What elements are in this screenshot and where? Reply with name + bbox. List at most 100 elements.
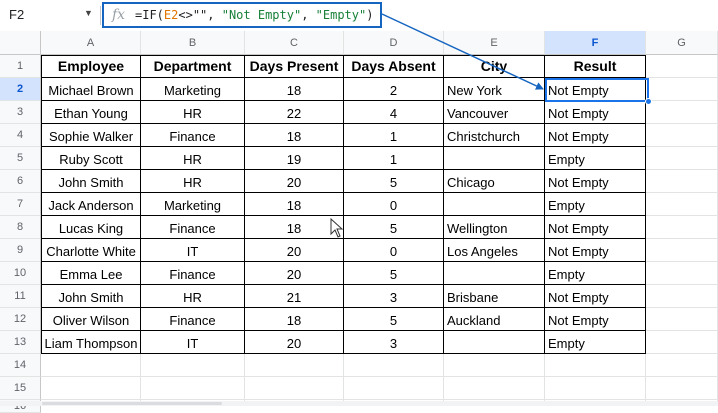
name-box[interactable]: F2 ▼ [0, 0, 100, 31]
table-cell[interactable]: Finance [141, 216, 245, 239]
cell[interactable] [646, 262, 718, 285]
row-header[interactable]: 7 [0, 193, 41, 216]
scrollbar-thumb[interactable] [42, 402, 222, 405]
table-header-cell[interactable]: Days Present [245, 55, 344, 78]
row-header[interactable]: 5 [0, 147, 41, 170]
fill-handle[interactable] [645, 98, 652, 105]
row-header[interactable]: 6 [0, 170, 41, 193]
table-cell[interactable]: HR [141, 170, 245, 193]
cell[interactable] [646, 147, 718, 170]
select-all-corner[interactable] [0, 31, 41, 55]
table-cell[interactable]: 3 [344, 285, 444, 308]
result-cell[interactable]: Empty [545, 193, 646, 216]
table-cell[interactable]: 20 [245, 262, 344, 285]
table-cell[interactable]: HR [141, 147, 245, 170]
table-cell[interactable]: Chicago [444, 170, 545, 193]
table-cell[interactable]: Ethan Young [41, 101, 141, 124]
table-cell[interactable]: Jack Anderson [41, 193, 141, 216]
table-cell[interactable]: Ruby Scott [41, 147, 141, 170]
result-cell[interactable]: Not Empty [545, 78, 646, 101]
table-cell[interactable]: HR [141, 285, 245, 308]
table-cell[interactable]: Los Angeles [444, 239, 545, 262]
table-header-cell[interactable]: Department [141, 55, 245, 78]
table-cell[interactable]: 20 [245, 170, 344, 193]
column-header-g[interactable]: G [646, 31, 718, 55]
table-cell[interactable]: 3 [344, 331, 444, 354]
cell[interactable] [646, 78, 718, 101]
table-header-cell[interactable]: City [444, 55, 545, 78]
result-cell[interactable]: Not Empty [545, 101, 646, 124]
row-header[interactable]: 1 [0, 55, 41, 78]
table-cell[interactable]: 21 [245, 285, 344, 308]
table-cell[interactable]: 0 [344, 193, 444, 216]
row-header[interactable]: 9 [0, 239, 41, 262]
table-cell[interactable]: Brisbane [444, 285, 545, 308]
row-header[interactable]: 12 [0, 308, 41, 331]
table-cell[interactable]: Liam Thompson [41, 331, 141, 354]
cell[interactable] [646, 239, 718, 262]
cell[interactable] [141, 354, 245, 377]
cell[interactable] [646, 216, 718, 239]
table-cell[interactable]: Wellington [444, 216, 545, 239]
table-cell[interactable]: 18 [245, 193, 344, 216]
table-cell[interactable] [444, 331, 545, 354]
table-cell[interactable]: Vancouver [444, 101, 545, 124]
table-cell[interactable]: 18 [245, 216, 344, 239]
table-cell[interactable]: Charlotte White [41, 239, 141, 262]
cell[interactable] [41, 354, 141, 377]
table-cell[interactable]: 5 [344, 308, 444, 331]
formula-input[interactable]: fx =IF(E2<>"", "Not Empty", "Empty") [102, 2, 382, 28]
row-header[interactable]: 3 [0, 101, 41, 124]
table-cell[interactable]: 5 [344, 170, 444, 193]
table-cell[interactable]: 5 [344, 216, 444, 239]
table-cell[interactable]: Finance [141, 308, 245, 331]
cell[interactable] [245, 354, 344, 377]
table-cell[interactable]: Lucas King [41, 216, 141, 239]
cell[interactable] [245, 377, 344, 400]
table-cell[interactable]: 18 [245, 308, 344, 331]
table-cell[interactable]: John Smith [41, 285, 141, 308]
table-cell[interactable]: 19 [245, 147, 344, 170]
cell[interactable] [545, 377, 646, 400]
table-cell[interactable]: Oliver Wilson [41, 308, 141, 331]
column-header-e[interactable]: E [444, 31, 545, 55]
result-cell[interactable]: Empty [545, 147, 646, 170]
table-cell[interactable]: Michael Brown [41, 78, 141, 101]
cell[interactable] [545, 354, 646, 377]
table-cell[interactable]: 5 [344, 262, 444, 285]
table-header-cell[interactable]: Employee [41, 55, 141, 78]
table-cell[interactable]: Sophie Walker [41, 124, 141, 147]
cell[interactable] [444, 354, 545, 377]
cell[interactable] [41, 377, 141, 400]
cell[interactable] [444, 377, 545, 400]
cell[interactable] [646, 308, 718, 331]
table-cell[interactable] [444, 193, 545, 216]
cell[interactable] [646, 55, 718, 78]
column-header-c[interactable]: C [245, 31, 344, 55]
row-header[interactable]: 2 [0, 78, 41, 101]
table-cell[interactable]: HR [141, 101, 245, 124]
row-header[interactable]: 13 [0, 331, 41, 354]
table-cell[interactable]: 20 [245, 239, 344, 262]
table-cell[interactable]: Emma Lee [41, 262, 141, 285]
row-header[interactable]: 4 [0, 124, 41, 147]
cell[interactable] [646, 101, 718, 124]
table-cell[interactable]: 20 [245, 331, 344, 354]
cell[interactable] [646, 285, 718, 308]
cell[interactable] [646, 124, 718, 147]
row-header[interactable]: 11 [0, 285, 41, 308]
row-header[interactable]: 8 [0, 216, 41, 239]
table-cell[interactable]: 18 [245, 78, 344, 101]
row-header[interactable]: 14 [0, 354, 41, 377]
result-cell[interactable]: Empty [545, 262, 646, 285]
table-cell[interactable]: Finance [141, 262, 245, 285]
table-cell[interactable]: 1 [344, 147, 444, 170]
row-header[interactable]: 15 [0, 377, 41, 400]
table-cell[interactable]: Marketing [141, 193, 245, 216]
table-header-cell[interactable]: Result [545, 55, 646, 78]
column-header-a[interactable]: A [41, 31, 141, 55]
table-cell[interactable]: 0 [344, 239, 444, 262]
table-cell[interactable]: IT [141, 331, 245, 354]
table-cell[interactable]: 18 [245, 124, 344, 147]
result-cell[interactable]: Empty [545, 331, 646, 354]
